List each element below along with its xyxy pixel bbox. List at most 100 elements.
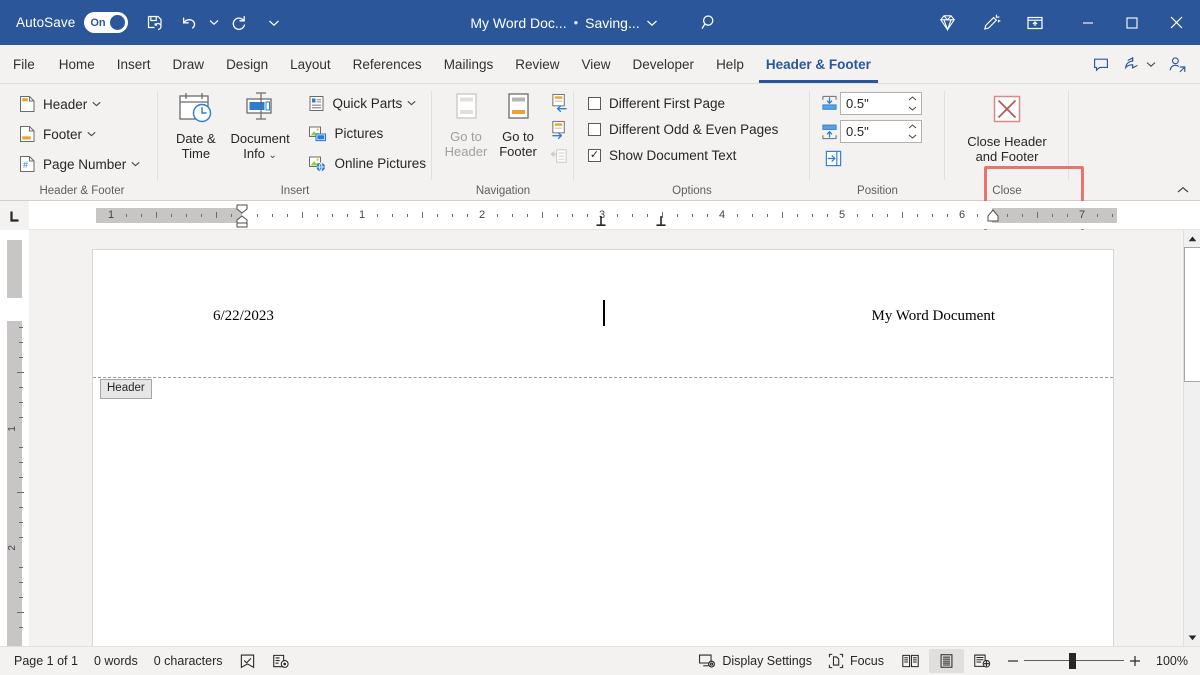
header-from-top-stepper[interactable] bbox=[904, 93, 921, 114]
display-settings-icon bbox=[698, 653, 716, 669]
header-button[interactable]: Header bbox=[14, 89, 146, 119]
tab-help[interactable]: Help bbox=[705, 46, 755, 83]
scroll-down-icon[interactable] bbox=[1184, 629, 1200, 646]
proofing-errors-button[interactable] bbox=[231, 649, 264, 673]
tab-references[interactable]: References bbox=[342, 46, 433, 83]
vertical-scrollbar[interactable] bbox=[1183, 230, 1200, 646]
zoom-out-icon[interactable] bbox=[1002, 649, 1024, 673]
word-window: AutoSave On bbox=[0, 0, 1200, 675]
editor-icon[interactable] bbox=[974, 6, 1008, 40]
stepper-down-icon[interactable] bbox=[904, 103, 921, 113]
undo-icon[interactable] bbox=[172, 6, 206, 40]
web-layout-icon bbox=[973, 653, 991, 669]
horizontal-ruler[interactable]: 1 1 2 3 4 5 6 7 bbox=[29, 201, 1200, 229]
online-pictures-icon bbox=[308, 155, 327, 172]
customize-quick-access-icon[interactable] bbox=[266, 6, 282, 40]
undo-chevron-down-icon[interactable] bbox=[206, 6, 222, 40]
link-to-previous-button[interactable] bbox=[546, 143, 573, 170]
read-mode-button[interactable] bbox=[892, 649, 929, 673]
ribbon-display-options-icon[interactable] bbox=[1018, 6, 1052, 40]
left-tab-stop-icon bbox=[8, 209, 22, 223]
comments-icon[interactable] bbox=[1086, 50, 1116, 80]
word-count[interactable]: 0 words bbox=[86, 649, 146, 673]
tab-selector-button[interactable] bbox=[0, 201, 29, 230]
save-status-chevron-down-icon[interactable] bbox=[644, 6, 660, 40]
document-info-button[interactable]: Document Info ⌄ bbox=[225, 86, 296, 165]
scrollbar-thumb[interactable] bbox=[1184, 247, 1200, 382]
date-and-time-button[interactable]: Date & Time bbox=[167, 86, 225, 163]
document-title[interactable]: My Word Doc... bbox=[470, 15, 566, 31]
tab-design[interactable]: Design bbox=[215, 46, 279, 83]
maximize-button[interactable] bbox=[1110, 0, 1154, 45]
save-icon[interactable] bbox=[138, 6, 172, 40]
copilot-icon[interactable] bbox=[930, 6, 964, 40]
center-tab-stop-icon[interactable] bbox=[595, 215, 607, 227]
tab-insert[interactable]: Insert bbox=[106, 46, 162, 83]
page-indicator[interactable]: Page 1 of 1 bbox=[6, 649, 86, 673]
search-icon[interactable] bbox=[690, 6, 730, 40]
focus-button[interactable]: Focus bbox=[820, 649, 892, 673]
footer-from-bottom-stepper[interactable] bbox=[904, 121, 921, 142]
left-indent-marker[interactable] bbox=[235, 203, 249, 228]
save-status[interactable]: Saving... bbox=[585, 15, 639, 31]
show-document-text-label: Show Document Text bbox=[609, 148, 736, 163]
tab-draw[interactable]: Draw bbox=[162, 46, 216, 83]
stepper-up-icon[interactable] bbox=[904, 93, 921, 103]
read-mode-icon bbox=[901, 653, 920, 669]
tab-layout[interactable]: Layout bbox=[279, 46, 342, 83]
footer-icon bbox=[19, 125, 36, 143]
online-pictures-button[interactable]: Online Pictures bbox=[303, 148, 432, 178]
header-date-text[interactable]: 6/22/2023 bbox=[213, 308, 274, 325]
zoom-slider-thumb[interactable] bbox=[1069, 653, 1076, 669]
footer-from-bottom-input[interactable]: 0.5" bbox=[840, 120, 922, 143]
close-header-footer-label-1: Close Header bbox=[967, 134, 1047, 149]
display-settings-button[interactable]: Display Settings bbox=[690, 649, 820, 673]
zoom-level-label[interactable]: 100% bbox=[1148, 654, 1194, 668]
previous-button[interactable] bbox=[546, 89, 573, 116]
right-tab-stop-icon[interactable] bbox=[655, 215, 667, 227]
page-number-button[interactable]: # Page Number bbox=[14, 149, 146, 179]
insert-alignment-tab-button[interactable] bbox=[821, 145, 846, 171]
stepper-down-icon[interactable] bbox=[904, 131, 921, 141]
pictures-button[interactable]: Pictures bbox=[303, 118, 432, 148]
vertical-ruler[interactable]: 1 2 bbox=[0, 230, 29, 646]
zoom-in-icon[interactable] bbox=[1124, 649, 1146, 673]
different-first-page-checkbox[interactable]: Different First Page bbox=[588, 90, 784, 116]
character-count[interactable]: 0 characters bbox=[146, 649, 231, 673]
scroll-up-icon[interactable] bbox=[1184, 230, 1200, 247]
share-button[interactable] bbox=[1118, 50, 1160, 80]
close-button[interactable] bbox=[1154, 0, 1198, 45]
tab-home[interactable]: Home bbox=[48, 46, 106, 83]
close-header-and-footer-button[interactable]: Close Header and Footer bbox=[961, 89, 1053, 166]
stepper-up-icon[interactable] bbox=[904, 121, 921, 131]
print-layout-button[interactable] bbox=[929, 649, 964, 673]
header-from-top-input[interactable]: 0.5" bbox=[840, 92, 922, 115]
go-to-footer-button[interactable]: Go to Footer bbox=[492, 86, 544, 161]
autosave-toggle[interactable]: On bbox=[84, 12, 128, 33]
tab-mailings[interactable]: Mailings bbox=[433, 46, 505, 83]
tab-file[interactable]: File bbox=[0, 46, 48, 83]
text-cursor bbox=[603, 300, 605, 326]
web-layout-button[interactable] bbox=[964, 649, 1000, 673]
header-title-text[interactable]: My Word Document bbox=[871, 308, 995, 325]
show-document-text-checkbox[interactable]: ✓ Show Document Text bbox=[588, 142, 784, 168]
accessibility-checker-button[interactable] bbox=[264, 649, 298, 673]
tab-developer[interactable]: Developer bbox=[622, 46, 706, 83]
document-page[interactable]: 6/22/2023 My Word Document Header bbox=[93, 250, 1113, 646]
document-canvas[interactable]: 6/22/2023 My Word Document Header bbox=[29, 230, 1183, 646]
next-button[interactable] bbox=[546, 116, 573, 143]
tab-header-and-footer[interactable]: Header & Footer bbox=[755, 46, 882, 83]
minimize-button[interactable] bbox=[1066, 0, 1110, 45]
zoom-slider[interactable] bbox=[1024, 649, 1124, 673]
redo-icon[interactable] bbox=[222, 6, 256, 40]
tab-view[interactable]: View bbox=[570, 46, 621, 83]
quick-parts-button[interactable]: Quick Parts bbox=[303, 88, 432, 118]
tab-review[interactable]: Review bbox=[504, 46, 570, 83]
catch-up-icon[interactable] bbox=[1162, 50, 1192, 80]
insert-alignment-tab-icon bbox=[824, 149, 843, 168]
right-indent-marker[interactable] bbox=[986, 206, 1000, 223]
footer-button[interactable]: Footer bbox=[14, 119, 146, 149]
different-odd-even-pages-checkbox[interactable]: Different Odd & Even Pages bbox=[588, 116, 784, 142]
go-to-header-button[interactable]: Go to Header bbox=[440, 86, 492, 161]
collapse-ribbon-button[interactable] bbox=[1172, 180, 1194, 200]
